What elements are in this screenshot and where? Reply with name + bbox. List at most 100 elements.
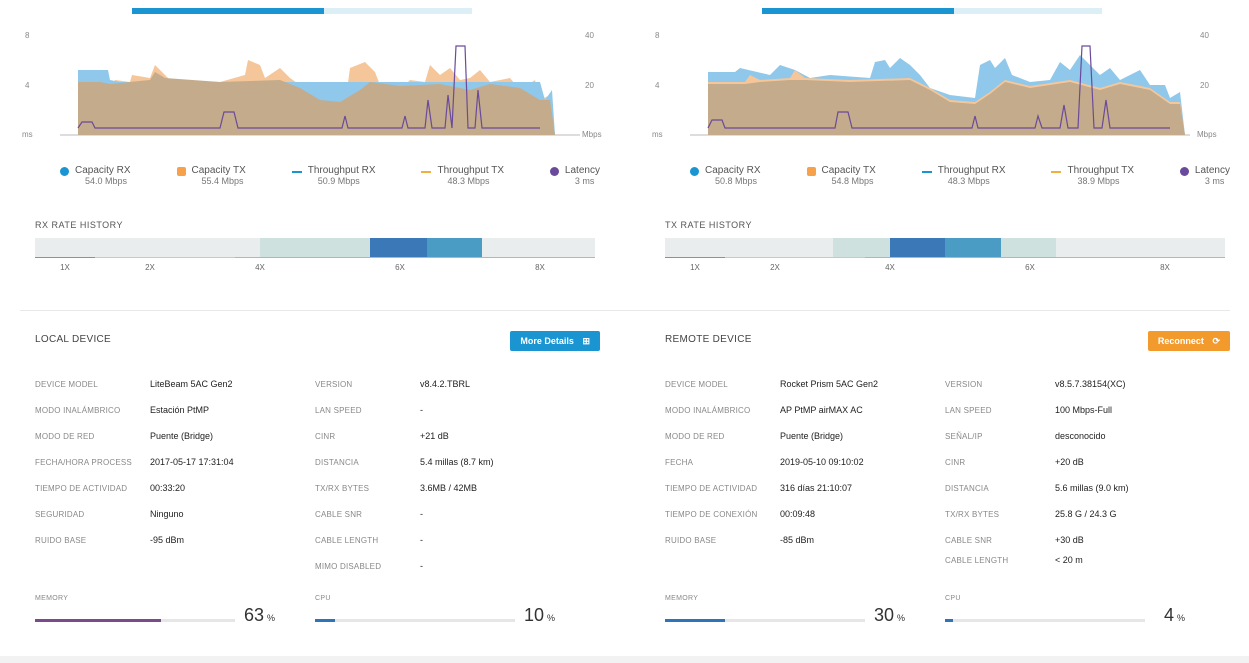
chart-legend: Capacity RX 50.8 Mbps Capacity TX 54.8 Mbp… [690,165,1230,186]
field-value: 25.8 G / 24.3 G [1055,509,1117,519]
field-label: RUIDO BASE [35,536,87,545]
legend-throughput-tx[interactable]: Throughput TX 38.9 Mbps [1051,165,1134,186]
latency-unit: ms [22,130,33,139]
throughput-tick-20: 20 [1200,81,1209,90]
latency-tick-8: 8 [25,31,30,40]
field-label: DEVICE MODEL [35,380,98,389]
field-label: CINR [315,432,336,441]
legend-capacity-rx[interactable]: Capacity RX 50.8 Mbps [690,165,761,186]
meter-track [945,619,1145,622]
field-label: TX/RX BYTES [945,510,1000,519]
rate-history-title: TX RATE HISTORY [665,220,753,230]
field-value: 2019-05-10 09:10:02 [780,457,864,467]
legend-capacity-rx[interactable]: Capacity RX 54.0 Mbps [60,165,131,186]
cpu-meter: CPU 4% [945,595,1185,635]
meter-fill [35,619,161,622]
legend-capacity-tx[interactable]: Capacity TX 55.4 Mbps [176,165,246,186]
rate-history-bar [35,238,595,258]
reconnect-button[interactable]: Reconnect ⟳ [1147,331,1230,351]
legend-throughput-rx[interactable]: Throughput RX 50.9 Mbps [291,165,376,186]
field-value: Rocket Prism 5AC Gen2 [780,379,879,389]
rate-tick: 4X [885,263,895,272]
field-label: TX/RX BYTES [315,484,370,493]
meter-value: 10% [524,605,555,626]
field-label: MODO DE RED [665,432,725,441]
field-label: FECHA/HORA PROCESS [35,458,132,467]
rate-tick: 6X [395,263,405,272]
field-value: 5.4 millas (8.7 km) [420,457,494,467]
legend-label: Throughput RX [307,165,376,176]
field-label: VERSION [945,380,983,389]
legend-label: Latency [564,165,600,176]
rate-history-bar [665,238,1225,258]
field-value: - [420,561,423,571]
field-label: CABLE LENGTH [945,556,1009,565]
field-value: - [420,405,423,415]
dot-icon [60,167,69,176]
meter-fill [945,619,953,622]
left-link-pane: 8 4 ms 40 20 Mbps Capacity RX 54.0 Mbps C… [20,0,620,310]
field-label: DISTANCIA [945,484,989,493]
rate-segment [370,238,427,258]
dot-icon [176,167,186,176]
legend-value: 3 ms [574,176,595,186]
field-value: Puente (Bridge) [150,431,214,441]
meter-fill [315,619,335,622]
legend-value: 50.9 Mbps [317,176,360,186]
field-label: CABLE LENGTH [315,536,379,545]
cpu-meter: CPU 10% [315,595,555,635]
field-label: MIMO DISABLED [315,562,382,571]
active-tab-indicator [762,8,954,14]
field-label: CABLE SNR [315,510,363,519]
throughput-unit: Mbps [582,130,602,139]
field-value: 316 días 21:10:07 [780,483,853,493]
legend-latency[interactable]: Latency 3 ms [1179,165,1230,186]
field-value: 00:09:48 [780,509,816,519]
dot-icon [690,167,699,176]
field-value: -95 dBm [150,535,185,545]
meter-unit: % [546,613,555,623]
field-label: FECHA [665,458,694,467]
meter-unit: % [266,613,275,623]
dot-icon [549,167,559,176]
top-tab-indicator[interactable] [132,8,472,14]
dot-icon [806,167,816,176]
overlap-area [708,80,1185,135]
rate-tick: 1X [60,263,70,272]
legend-label: Capacity RX [705,165,761,176]
meter-value: 4% [1164,605,1185,626]
meter-value: 30% [874,605,905,626]
rate-tick: 2X [770,263,780,272]
tx-throughput-chart: 8 4 ms 40 20 Mbps [652,31,1217,139]
legend-capacity-tx[interactable]: Capacity TX 54.8 Mbps [806,165,876,186]
legend-throughput-rx[interactable]: Throughput RX 48.3 Mbps [921,165,1006,186]
dot-icon [1179,167,1189,176]
field-value: - [420,509,423,519]
meter-label: CPU [945,595,961,602]
more-details-button[interactable]: More Details ⊞ [510,331,600,351]
rate-tick: 8X [535,263,545,272]
latency-unit: ms [652,130,663,139]
legend-label: Latency [1194,165,1230,176]
top-tab-indicator[interactable] [762,8,1102,14]
field-label: TIEMPO DE ACTIVIDAD [665,484,758,493]
local-device-panel: LOCAL DEVICE More Details ⊞ DEVICE MODEL… [35,320,615,640]
rate-segment [260,238,370,258]
legend-label: Capacity TX [821,165,876,176]
meter-unit: % [1176,613,1185,623]
legend-latency[interactable]: Latency 3 ms [549,165,600,186]
field-value: desconocido [1055,431,1106,441]
memory-meter: MEMORY 30% [665,595,905,635]
rate-tick: 6X [1025,263,1035,272]
field-value: - [420,535,423,545]
expand-icon: ⊞ [582,336,590,346]
legend-value: 55.4 Mbps [201,176,244,186]
device-info-right: VERSION v8.5.7.38154(XC) LAN SPEED 100 M… [945,379,1225,580]
refresh-icon: ⟳ [1212,336,1220,346]
throughput-tick-40: 40 [585,31,594,40]
field-label: CABLE SNR [945,536,993,545]
rate-history-ticks: 1X 2X 4X 6X 8X [665,263,1225,275]
legend-throughput-tx[interactable]: Throughput TX 48.3 Mbps [421,165,504,186]
meter-number: 10 [523,605,544,625]
legend-label: Throughput RX [937,165,1006,176]
